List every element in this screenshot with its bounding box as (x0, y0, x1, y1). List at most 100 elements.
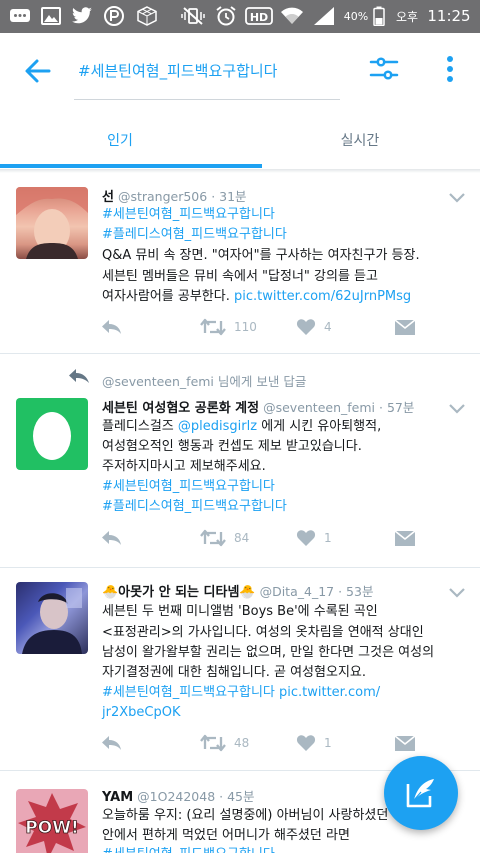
tweet-text: 에게 시킨 유아퇴행적, (257, 419, 382, 434)
envelope-icon (394, 319, 416, 335)
retweet-button[interactable]: 48 (200, 734, 249, 752)
battery-percent: 40% (343, 9, 369, 23)
tweet-text: 여성혐오적인 행동과 컨셉도 제보 받고있습니다. (102, 439, 362, 454)
gallery-icon (40, 6, 62, 26)
cube-app-icon (135, 6, 159, 26)
like-count: 4 (324, 320, 332, 334)
time-ampm: 오후 (395, 9, 419, 24)
author-handle[interactable]: @stranger506 (118, 189, 207, 204)
avatar[interactable] (16, 582, 88, 654)
retweet-count: 48 (234, 736, 250, 750)
chevron-down-icon[interactable] (447, 586, 467, 600)
retweet-button[interactable]: 84 (200, 529, 249, 547)
tweet-text: 여자사람어를 공부한다. (102, 289, 234, 304)
like-count: 1 (324, 736, 332, 750)
hashtag-link[interactable]: #세븐틴여혐_피드백요구합니다 (102, 685, 275, 700)
search-input[interactable]: #세븐틴여혐_피드백요구합니다 (78, 60, 277, 81)
tweet-time: · 57분 (379, 400, 415, 415)
media-link[interactable]: jr2XbeCpOK (102, 703, 180, 723)
tweet-card[interactable]: 🐣아못가 안 되는 디타넴🐣 @Dita_4_17 · 53분 세븐틴 두 번째… (0, 568, 480, 771)
signal-icon (312, 6, 336, 26)
hashtag-link[interactable]: #플레디스여혐_피드백요구합니다 (102, 225, 287, 245)
tweet-text-line: #세븐틴여혐_피드백요구합니다 pic.twitter.com/ (102, 683, 380, 703)
tweet-actions: 48 1 (100, 734, 430, 758)
tab-live[interactable]: 실시간 (240, 130, 480, 150)
tweet-header: 🐣아못가 안 되는 디타넴🐣 @Dita_4_17 · 53분 (102, 581, 373, 600)
tweet-time: · 53분 (338, 584, 374, 599)
tweet-text: 플레디스걸즈 (102, 419, 178, 434)
tweet-actions: 110 4 (100, 318, 430, 342)
like-button[interactable]: 1 (296, 529, 332, 547)
direct-message-button[interactable] (394, 734, 416, 752)
media-link[interactable]: pic.twitter.com/ (275, 685, 380, 700)
tab-top[interactable]: 인기 (0, 130, 240, 150)
tweet-text: 자기결정권에 대한 침해입니다. 곧 여성혐오지요. (102, 665, 366, 680)
author-name[interactable]: 세븐틴 여성혐오 공론화 계정 (102, 401, 259, 416)
author-handle[interactable]: @seventeen_femi (263, 400, 375, 415)
reply-icon (102, 320, 121, 334)
svg-text:HD: HD (250, 11, 268, 24)
hashtag-link[interactable]: #세븐틴여혐_피드백요구합니다 (102, 205, 275, 225)
reply-icon (102, 531, 121, 545)
like-button[interactable]: 1 (296, 734, 332, 752)
tweet-text: 세븐틴 멤버들은 뮤비 속에서 "답정너" 강의를 듣고 (102, 269, 378, 284)
envelope-icon (394, 530, 416, 546)
author-name[interactable]: 🐣아못가 안 되는 디타넴🐣 (102, 585, 256, 600)
reply-context[interactable]: @seventeen_femi 님에게 보낸 답글 (102, 371, 306, 390)
heart-icon (296, 530, 316, 546)
status-bar: HD 40% 오후 11:25 (0, 0, 480, 33)
reply-button[interactable] (100, 318, 122, 336)
hashtag-link[interactable]: #세븐틴여혐_피드백요구합니다 (102, 845, 275, 853)
alarm-icon (214, 6, 238, 26)
reply-button[interactable] (100, 734, 122, 752)
tweet-text: <표정관리>의 가사입니다. 여성의 옷차림을 연애적 상대인 (102, 625, 424, 640)
hd-voice-icon: HD (244, 6, 274, 26)
tab-indicator (0, 164, 262, 168)
author-name[interactable]: 선 (102, 190, 114, 205)
author-name[interactable]: YAM (102, 790, 133, 805)
compose-tweet-button[interactable] (384, 756, 458, 830)
retweet-count: 84 (234, 531, 250, 545)
tweet-time: · 31분 (211, 189, 247, 204)
more-options-button[interactable] (440, 53, 460, 87)
like-count: 1 (324, 531, 332, 545)
like-button[interactable]: 4 (296, 318, 332, 336)
p-app-icon (103, 6, 125, 26)
reply-icon (69, 369, 89, 383)
filter-button[interactable] (368, 53, 400, 85)
media-link[interactable]: pic.twitter.com/62uJrnPMsg (234, 289, 411, 304)
avatar[interactable]: POW! (16, 789, 88, 853)
back-button[interactable] (22, 55, 54, 87)
chevron-down-icon[interactable] (447, 191, 467, 205)
tweet-card[interactable]: 선 @stranger506 · 31분 #세븐틴여혐_피드백요구합니다 #플레… (0, 173, 480, 354)
tweet-time: · 45분 (219, 789, 255, 804)
tweet-text: 주저하지마시고 제보해주세요. (102, 459, 266, 474)
chevron-down-icon[interactable] (447, 402, 467, 416)
avatar[interactable] (16, 398, 88, 470)
tweet-card[interactable]: @seventeen_femi 님에게 보낸 답글 세븐틴 여성혐오 공론화 계… (0, 354, 480, 568)
reply-button[interactable] (100, 529, 122, 547)
sliders-icon (369, 57, 399, 80)
hashtag-link[interactable]: #플레디스여혐_피드백요구합니다 (102, 497, 287, 517)
avatar[interactable] (16, 187, 88, 259)
wifi-icon (280, 6, 304, 26)
heart-icon (296, 735, 316, 751)
mention-link[interactable]: @pledisgirlz (178, 419, 257, 434)
direct-message-button[interactable] (394, 318, 416, 336)
vibrate-mute-icon (180, 6, 206, 26)
direct-message-button[interactable] (394, 529, 416, 547)
retweet-button[interactable]: 110 (200, 318, 257, 336)
more-vertical-icon (447, 56, 453, 82)
heart-icon (296, 319, 316, 335)
back-arrow-icon (25, 59, 51, 83)
battery-icon (372, 6, 386, 26)
author-handle[interactable]: @Dita_4_17 (260, 584, 335, 599)
tweet-text-line: 여자사람어를 공부한다. pic.twitter.com/62uJrnPMsg (102, 287, 411, 307)
status-time: 11:25 (427, 7, 471, 25)
tweet-text: Q&A 뮤비 속 장면. "여자어"를 구사하는 여자친구가 등장. (102, 248, 420, 263)
retweet-count: 110 (234, 320, 257, 334)
author-handle[interactable]: @1O242048 (137, 789, 215, 804)
hashtag-link[interactable]: #세븐틴여혐_피드백요구합니다 (102, 477, 275, 497)
tweet-text: 남성이 왈가왈부할 권리는 없으며, 만일 한다면 그것은 여성의 (102, 645, 435, 660)
tweet-text-line: 플레디스걸즈 @pledisgirlz 에게 시킨 유아퇴행적, (102, 417, 381, 437)
